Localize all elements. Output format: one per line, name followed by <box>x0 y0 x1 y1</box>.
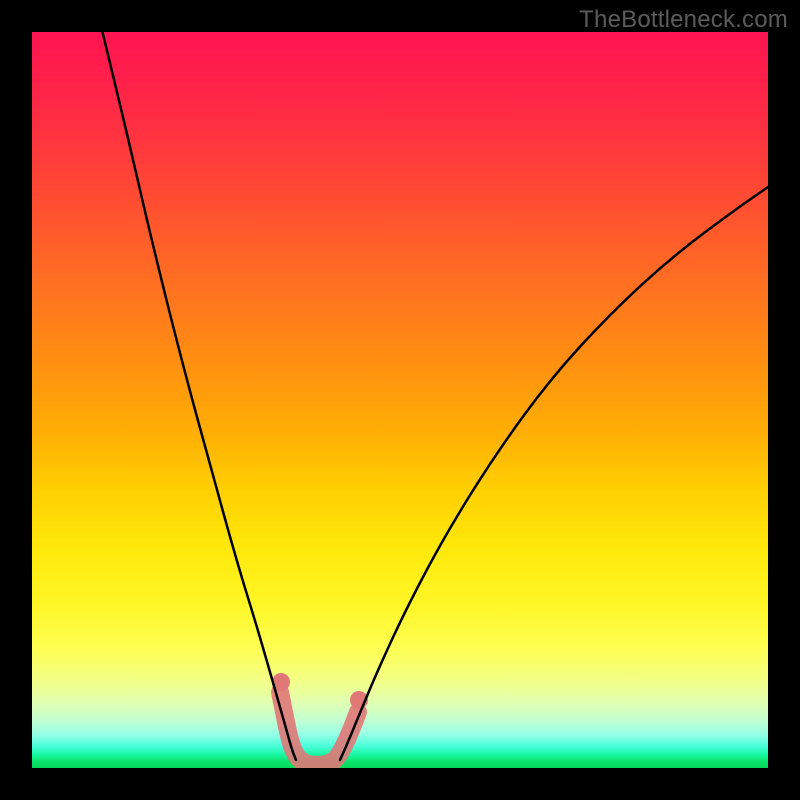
marker-band <box>272 673 368 765</box>
chart-plot-area <box>32 32 768 768</box>
right-curve <box>340 187 768 760</box>
watermark-text: TheBottleneck.com <box>579 6 788 34</box>
chart-svg <box>32 32 768 768</box>
left-curve <box>100 32 296 760</box>
